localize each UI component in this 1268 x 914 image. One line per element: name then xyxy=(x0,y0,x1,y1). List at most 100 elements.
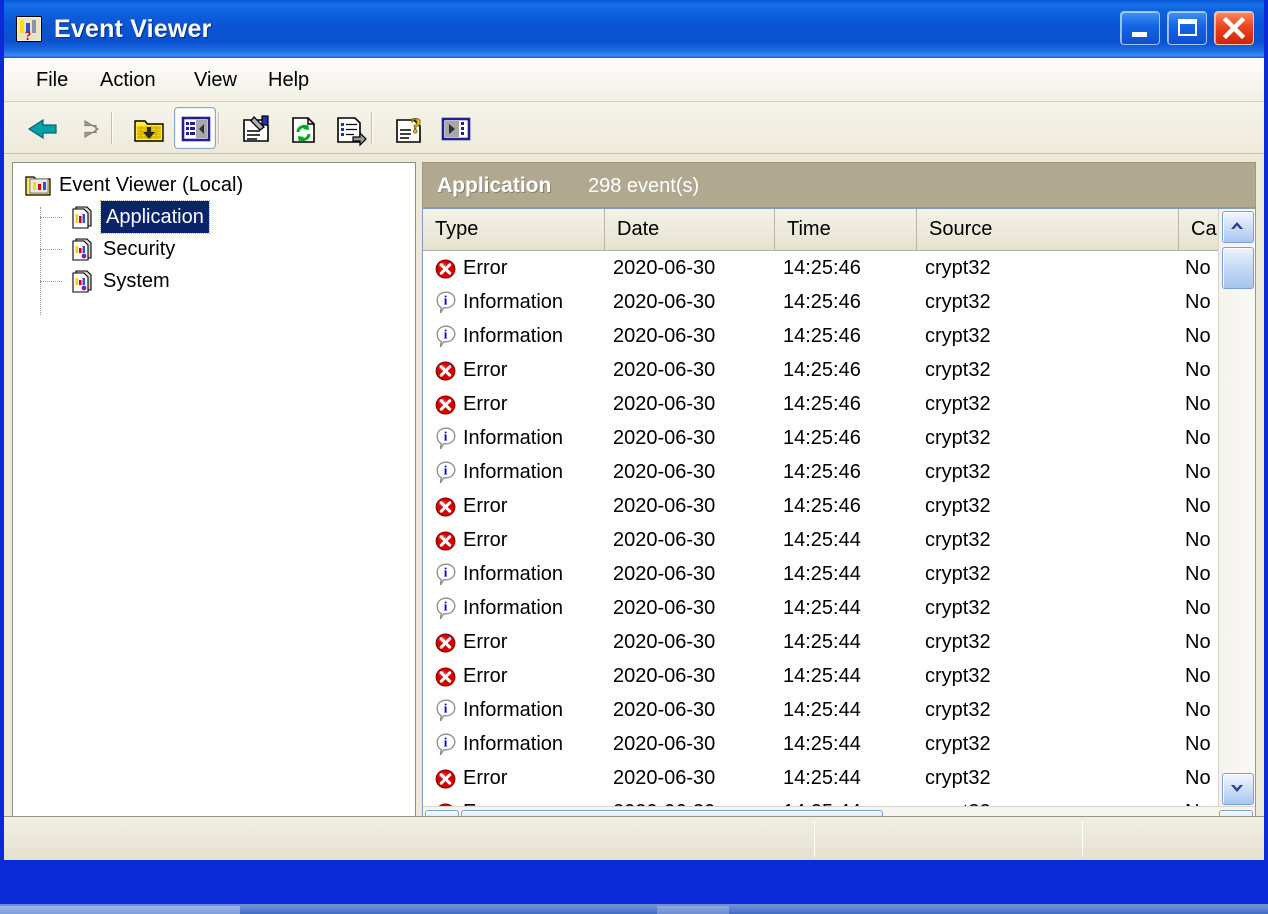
up-one-level-button[interactable] xyxy=(127,107,169,149)
vertical-scrollbar[interactable] xyxy=(1218,209,1255,807)
cell-time: 14:25:46 xyxy=(783,257,861,279)
svg-text:i: i xyxy=(444,700,448,715)
column-header-date[interactable]: Date xyxy=(605,209,775,250)
cell-type: Error xyxy=(435,659,507,693)
menu-bar: File Action View Help xyxy=(4,58,1264,102)
cell-time: 14:25:46 xyxy=(783,291,861,313)
close-button[interactable] xyxy=(1214,11,1254,45)
title-bar[interactable]: ? Event Viewer xyxy=(4,0,1264,58)
cell-category: No xyxy=(1185,461,1211,483)
show-hide-console-tree-button[interactable] xyxy=(174,107,216,149)
show-hide-action-pane-button[interactable] xyxy=(434,107,476,149)
status-pane-divider xyxy=(814,821,815,857)
toolbar-separator xyxy=(218,112,220,144)
cell-type: i Information xyxy=(435,693,563,727)
table-row[interactable]: i Information 2020-06-30 14:25:46 crypt32 No xyxy=(423,455,1219,489)
cell-source: crypt32 xyxy=(925,529,991,551)
cell-type: i Information xyxy=(435,727,563,761)
cell-type: i Information xyxy=(435,285,563,319)
log-icon xyxy=(71,269,95,298)
cell-category: No xyxy=(1185,529,1211,551)
cell-time: 14:25:44 xyxy=(783,733,861,755)
table-row[interactable]: Error 2020-06-30 14:25:44 crypt32 No xyxy=(423,761,1219,795)
cell-time: 14:25:44 xyxy=(783,529,861,551)
table-row[interactable]: i Information 2020-06-30 14:25:46 crypt32 No xyxy=(423,319,1219,353)
log-icon xyxy=(71,237,95,266)
forward-button[interactable] xyxy=(64,107,106,149)
cell-date: 2020-06-30 xyxy=(613,597,716,619)
table-row[interactable]: i Information 2020-06-30 14:25:44 crypt32 No xyxy=(423,557,1219,591)
cell-type: i Information xyxy=(435,319,563,353)
back-button[interactable] xyxy=(20,107,62,149)
cell-date: 2020-06-30 xyxy=(613,563,716,585)
scroll-up-arrow[interactable] xyxy=(1222,211,1254,243)
cell-category: No xyxy=(1185,325,1211,347)
table-row[interactable]: Error 2020-06-30 14:25:44 crypt32 No xyxy=(423,625,1219,659)
cell-date: 2020-06-30 xyxy=(613,461,716,483)
minimize-button[interactable] xyxy=(1120,11,1160,45)
cell-category: No xyxy=(1185,291,1211,313)
table-row[interactable]: i Information 2020-06-30 14:25:46 crypt32 No xyxy=(423,285,1219,319)
properties-button[interactable] xyxy=(234,107,276,149)
column-header-type[interactable]: Type xyxy=(423,209,605,250)
scroll-down-arrow[interactable] xyxy=(1222,773,1254,805)
cell-time: 14:25:44 xyxy=(783,597,861,619)
sidebar-item-application-label: Application xyxy=(100,200,210,234)
table-row[interactable]: Error 2020-06-30 14:25:44 crypt32 No xyxy=(423,523,1219,557)
cell-time: 14:25:46 xyxy=(783,359,861,381)
event-viewer-icon: ? xyxy=(14,14,44,44)
menu-file[interactable]: File xyxy=(26,58,78,102)
vertical-scroll-thumb[interactable] xyxy=(1222,247,1254,289)
cell-type: Error xyxy=(435,625,507,659)
cell-time: 14:25:44 xyxy=(783,563,861,585)
table-row[interactable]: i Information 2020-06-30 14:25:44 crypt32 No xyxy=(423,591,1219,625)
table-row[interactable]: i Information 2020-06-30 14:25:44 crypt32 No xyxy=(423,727,1219,761)
cell-date: 2020-06-30 xyxy=(613,631,716,653)
event-list[interactable]: Type Date Time Source Ca Error 2020-06-30… xyxy=(422,208,1256,852)
tree-line-horizontal xyxy=(40,281,62,282)
svg-text:?: ? xyxy=(411,113,422,138)
table-row[interactable]: Error 2020-06-30 14:25:46 crypt32 No xyxy=(423,353,1219,387)
taskbar[interactable] xyxy=(0,906,1268,914)
cell-time: 14:25:44 xyxy=(783,767,861,789)
console-tree-pane[interactable]: Event Viewer (Local) Application Securit… xyxy=(12,162,416,852)
cell-source: crypt32 xyxy=(925,495,991,517)
sidebar-item-security-label: Security xyxy=(103,238,176,260)
cell-type: i Information xyxy=(435,591,563,625)
menu-help[interactable]: Help xyxy=(258,58,319,102)
toolbar: ? xyxy=(4,102,1264,154)
tree-line-horizontal xyxy=(40,217,62,218)
column-header-time[interactable]: Time xyxy=(775,209,917,250)
menu-action[interactable]: Action xyxy=(90,58,166,102)
menu-view[interactable]: View xyxy=(184,58,247,102)
cell-time: 14:25:46 xyxy=(783,427,861,449)
cell-time: 14:25:46 xyxy=(783,393,861,415)
tree-line-vertical xyxy=(40,207,41,315)
cell-category: No xyxy=(1185,427,1211,449)
cell-source: crypt32 xyxy=(925,563,991,585)
status-bar xyxy=(4,816,1264,860)
log-icon xyxy=(71,205,95,234)
column-header-source[interactable]: Source xyxy=(917,209,1179,250)
table-row[interactable]: Error 2020-06-30 14:25:46 crypt32 No xyxy=(423,251,1219,285)
table-row[interactable]: i Information 2020-06-30 14:25:44 crypt32 No xyxy=(423,693,1219,727)
window-body: Event Viewer (Local) Application Securit… xyxy=(4,154,1264,860)
maximize-button[interactable] xyxy=(1167,11,1207,45)
svg-text:i: i xyxy=(444,598,448,613)
table-row[interactable]: Error 2020-06-30 14:25:44 crypt32 No xyxy=(423,659,1219,693)
cell-type: Error xyxy=(435,387,507,421)
toolbar-separator xyxy=(371,112,373,144)
export-list-button[interactable] xyxy=(328,107,370,149)
svg-text:?: ? xyxy=(25,28,32,43)
cell-time: 14:25:46 xyxy=(783,461,861,483)
event-viewer-root-icon xyxy=(25,173,51,202)
cell-time: 14:25:46 xyxy=(783,495,861,517)
table-row[interactable]: i Information 2020-06-30 14:25:46 crypt32 No xyxy=(423,421,1219,455)
refresh-button[interactable] xyxy=(281,107,323,149)
help-button[interactable]: ? xyxy=(387,107,429,149)
table-row[interactable]: Error 2020-06-30 14:25:46 crypt32 No xyxy=(423,387,1219,421)
taskbar-start-button[interactable] xyxy=(0,906,240,914)
window-title: Event Viewer xyxy=(54,15,212,43)
table-row[interactable]: Error 2020-06-30 14:25:46 crypt32 No xyxy=(423,489,1219,523)
taskbar-task-button[interactable] xyxy=(657,906,729,914)
